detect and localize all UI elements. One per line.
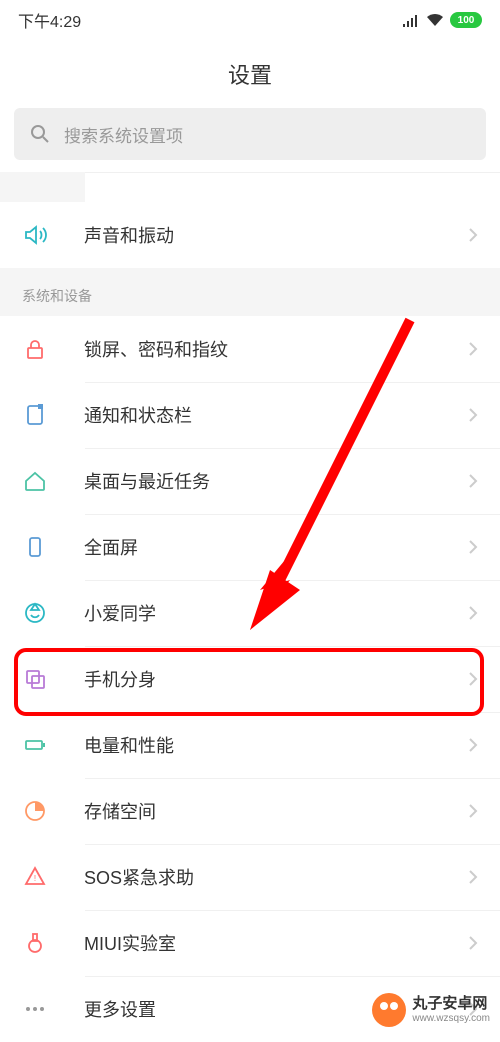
item-label: MIUI实验室 bbox=[84, 930, 468, 956]
list-item-miui-lab[interactable]: MIUI实验室 bbox=[0, 910, 500, 976]
item-label: 声音和振动 bbox=[84, 222, 468, 248]
lab-icon bbox=[22, 930, 48, 956]
home-icon bbox=[22, 468, 48, 494]
item-label: 锁屏、密码和指纹 bbox=[84, 336, 468, 362]
list-item-lock[interactable]: 锁屏、密码和指纹 bbox=[0, 316, 500, 382]
wifi-icon bbox=[426, 13, 444, 27]
battery-icon: 100 bbox=[450, 12, 482, 28]
chevron-right-icon bbox=[468, 869, 478, 885]
search-icon bbox=[30, 124, 50, 144]
sound-icon bbox=[22, 222, 48, 248]
status-time: 下午4:29 bbox=[18, 8, 81, 32]
list-item-battery[interactable]: 电量和性能 bbox=[0, 712, 500, 778]
section-label: 系统和设备 bbox=[0, 268, 500, 316]
chevron-right-icon bbox=[468, 539, 478, 555]
watermark-logo-icon bbox=[372, 993, 406, 1027]
battery-perf-icon bbox=[22, 732, 48, 758]
item-label: 手机分身 bbox=[84, 666, 468, 692]
list-item-notification[interactable]: 通知和状态栏 bbox=[0, 382, 500, 448]
chevron-right-icon bbox=[468, 935, 478, 951]
list-item-desktop[interactable]: 桌面与最近任务 bbox=[0, 448, 500, 514]
more-icon bbox=[22, 996, 48, 1022]
notification-icon bbox=[22, 402, 48, 428]
chevron-right-icon bbox=[468, 341, 478, 357]
page-title: 设置 bbox=[0, 40, 500, 108]
list-item-sos[interactable]: ! SOS紧急求助 bbox=[0, 844, 500, 910]
watermark-url: www.wzsqsy.com bbox=[412, 1013, 490, 1024]
search-input[interactable]: 搜索系统设置项 bbox=[14, 108, 486, 160]
status-bar: 下午4:29 100 bbox=[0, 0, 500, 40]
item-label: 电量和性能 bbox=[84, 732, 468, 758]
clone-icon bbox=[22, 666, 48, 692]
chevron-right-icon bbox=[468, 407, 478, 423]
signal-icon bbox=[402, 13, 420, 27]
item-label: SOS紧急求助 bbox=[84, 864, 468, 890]
item-label: 存储空间 bbox=[84, 798, 468, 824]
list-item-storage[interactable]: 存储空间 bbox=[0, 778, 500, 844]
item-label: 通知和状态栏 bbox=[84, 402, 468, 428]
xiaoai-icon bbox=[22, 600, 48, 626]
chevron-right-icon bbox=[468, 671, 478, 687]
list-item-fullscreen[interactable]: 全面屏 bbox=[0, 514, 500, 580]
list-item-clone[interactable]: 手机分身 bbox=[0, 646, 500, 712]
chevron-right-icon bbox=[468, 227, 478, 243]
chevron-right-icon bbox=[468, 737, 478, 753]
item-label: 全面屏 bbox=[84, 534, 468, 560]
storage-icon bbox=[22, 798, 48, 824]
item-label: 桌面与最近任务 bbox=[84, 468, 468, 494]
partial-item-above bbox=[85, 172, 500, 202]
chevron-right-icon bbox=[468, 605, 478, 621]
list-item-xiaoai[interactable]: 小爱同学 bbox=[0, 580, 500, 646]
status-indicators: 100 bbox=[402, 12, 482, 28]
watermark: 丸子安卓网 www.wzsqsy.com bbox=[372, 993, 490, 1027]
sos-icon: ! bbox=[22, 864, 48, 890]
fullscreen-icon bbox=[22, 534, 48, 560]
search-placeholder: 搜索系统设置项 bbox=[64, 122, 183, 147]
watermark-title: 丸子安卓网 bbox=[412, 996, 490, 1013]
chevron-right-icon bbox=[468, 803, 478, 819]
lock-icon bbox=[22, 336, 48, 362]
list-item-sound[interactable]: 声音和振动 bbox=[0, 202, 500, 268]
svg-text:!: ! bbox=[34, 874, 36, 883]
item-label: 小爱同学 bbox=[84, 600, 468, 626]
chevron-right-icon bbox=[468, 473, 478, 489]
